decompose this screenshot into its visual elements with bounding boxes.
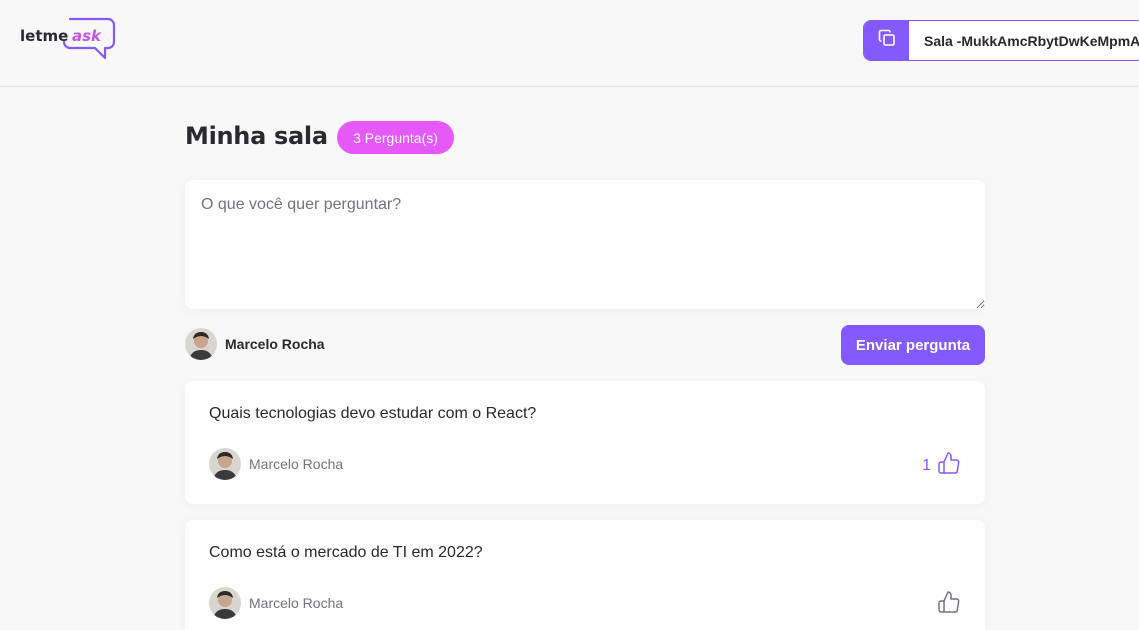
- question-author: Marcelo Rocha: [209, 448, 343, 480]
- question-content: Quais tecnologias devo estudar com o Rea…: [209, 405, 537, 422]
- logo-suffix: ask: [72, 27, 102, 45]
- avatar: [209, 587, 241, 619]
- current-user: Marcelo Rocha: [185, 328, 325, 360]
- question-content: Como está o mercado de TI em 2022?: [209, 544, 483, 561]
- page-header: letme ask Sala -MukkAmcRbytDwKeMpmA: [0, 0, 1139, 87]
- logo-prefix: letme: [20, 27, 68, 45]
- question-author: Marcelo Rocha: [209, 587, 343, 619]
- question-form: [185, 180, 985, 309]
- question-author-name: Marcelo Rocha: [249, 595, 344, 611]
- like-button[interactable]: 1: [922, 451, 961, 480]
- avatar: [185, 328, 217, 360]
- avatar: [209, 448, 241, 480]
- question-author-name: Marcelo Rocha: [249, 456, 344, 472]
- thumbs-up-icon: [937, 451, 961, 480]
- send-question-button[interactable]: Enviar pergunta: [841, 325, 985, 365]
- copy-icon: [877, 28, 897, 53]
- question-count-badge: 3 Pergunta(s): [337, 121, 454, 154]
- question-card: Quais tecnologias devo estudar com o Rea…: [185, 381, 985, 504]
- like-button[interactable]: [931, 590, 961, 619]
- copy-button[interactable]: [864, 21, 909, 60]
- question-card: Como está o mercado de TI em 2022? Marce…: [185, 520, 985, 630]
- question-input[interactable]: [185, 180, 985, 309]
- room-code-button[interactable]: Sala -MukkAmcRbytDwKeMpmA: [863, 20, 1139, 61]
- letmeask-logo[interactable]: letme ask: [20, 16, 116, 64]
- like-count: 1: [922, 456, 931, 474]
- thumbs-up-icon: [937, 590, 961, 619]
- page-title: Minha sala: [185, 122, 328, 150]
- room-code-text: Sala -MukkAmcRbytDwKeMpmA: [924, 32, 1139, 49]
- current-user-name: Marcelo Rocha: [225, 336, 325, 352]
